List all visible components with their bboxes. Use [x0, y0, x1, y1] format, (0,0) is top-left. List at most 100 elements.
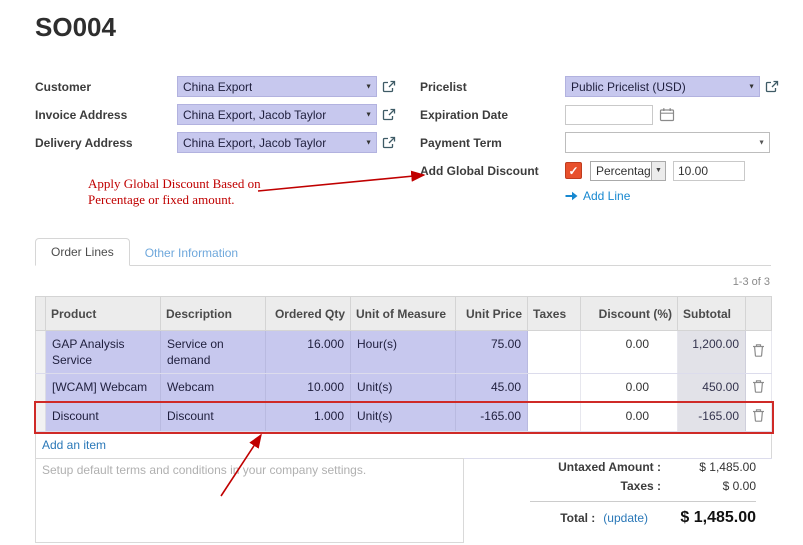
row-handle[interactable] [36, 331, 46, 374]
expiration-date-label: Expiration Date [420, 108, 565, 122]
expiration-date-row: Expiration Date [420, 104, 785, 125]
customer-label: Customer [35, 80, 177, 94]
cell-uom[interactable]: Hour(s) [351, 331, 456, 374]
cell-uom[interactable]: Unit(s) [351, 403, 456, 432]
cell-product[interactable]: Discount [46, 403, 161, 432]
cell-taxes[interactable] [528, 374, 581, 403]
cell-product[interactable]: GAP Analysis Service [46, 331, 161, 374]
customer-input[interactable]: China Export ▼ [177, 76, 377, 97]
discount-type-select[interactable]: Percentage ▼ [590, 161, 666, 181]
total-value: $ 1,485.00 [656, 509, 756, 527]
cell-discount[interactable]: 0.00 [581, 374, 678, 403]
cell-description[interactable]: Discount [161, 403, 266, 432]
column-ordered-qty[interactable]: Ordered Qty [266, 297, 351, 331]
delivery-address-row: Delivery Address China Export, Jacob Tay… [35, 132, 396, 153]
cell-uom[interactable]: Unit(s) [351, 374, 456, 403]
cell-product[interactable]: [WCAM] Webcam [46, 374, 161, 403]
cell-unit-price[interactable]: -165.00 [456, 403, 528, 432]
column-unit-of-measure[interactable]: Unit of Measure [351, 297, 456, 331]
annotation-global-discount: Apply Global Discount Based on Percentag… [88, 176, 284, 209]
taxes-row: Taxes : $ 0.00 [530, 479, 756, 493]
global-discount-row: Add Global Discount ✓ Percentage ▼ [420, 160, 785, 181]
trash-icon [752, 379, 765, 393]
delete-row-button[interactable] [746, 331, 772, 374]
cell-taxes[interactable] [528, 403, 581, 432]
checkmark-icon: ✓ [568, 164, 578, 178]
cell-unit-price[interactable]: 75.00 [456, 331, 528, 374]
discount-amount-input[interactable] [673, 161, 745, 181]
add-line-label: Add Line [583, 189, 630, 203]
add-line-button[interactable]: Add Line [565, 189, 785, 203]
arrow-right-icon [565, 191, 578, 201]
tab-other-information[interactable]: Other Information [130, 240, 253, 266]
chevron-down-icon: ▼ [758, 139, 765, 146]
chevron-down-icon: ▼ [748, 83, 755, 90]
cell-taxes[interactable] [528, 331, 581, 374]
delivery-address-input[interactable]: China Export, Jacob Taylor ▼ [177, 132, 377, 153]
table-row[interactable]: [WCAM] Webcam Webcam 10.000 Unit(s) 45.0… [36, 374, 772, 403]
external-link-icon[interactable] [765, 80, 779, 94]
pager[interactable]: 1-3 of 3 [733, 276, 770, 288]
cell-qty[interactable]: 1.000 [266, 403, 351, 432]
table-row-discount[interactable]: Discount Discount 1.000 Unit(s) -165.00 … [36, 403, 772, 432]
delete-row-button[interactable] [746, 403, 772, 432]
invoice-address-input[interactable]: China Export, Jacob Taylor ▼ [177, 104, 377, 125]
column-product[interactable]: Product [46, 297, 161, 331]
external-link-icon[interactable] [382, 80, 396, 94]
form-left-column: Customer China Export ▼ Invoice Address … [35, 76, 396, 160]
expiration-date-input[interactable] [565, 105, 653, 125]
discount-type-value: Percentage [596, 164, 657, 178]
chevron-down-icon: ▼ [651, 162, 665, 180]
cell-subtotal: 450.00 [678, 374, 746, 403]
cell-discount[interactable]: 0.00 [581, 403, 678, 432]
global-discount-label: Add Global Discount [420, 164, 565, 178]
totals-divider [530, 501, 756, 502]
cell-discount[interactable]: 0.00 [581, 331, 678, 374]
column-discount[interactable]: Discount (%) [581, 297, 678, 331]
terms-conditions-textarea[interactable] [35, 458, 464, 543]
payment-term-row: Payment Term ▼ [420, 132, 785, 153]
order-lines-table: Product Description Ordered Qty Unit of … [35, 296, 772, 459]
tab-order-lines[interactable]: Order Lines [35, 238, 130, 266]
pricelist-row: Pricelist Public Pricelist (USD) ▼ [420, 76, 785, 97]
row-handle[interactable] [36, 374, 46, 403]
row-handle[interactable] [36, 403, 46, 432]
cell-qty[interactable]: 10.000 [266, 374, 351, 403]
table-header-row: Product Description Ordered Qty Unit of … [36, 297, 772, 331]
trash-icon [752, 343, 765, 357]
untaxed-amount-value: $ 1,485.00 [661, 460, 756, 474]
customer-row: Customer China Export ▼ [35, 76, 396, 97]
calendar-icon[interactable] [659, 107, 675, 122]
cell-description[interactable]: Service on demand [161, 331, 266, 374]
invoice-address-row: Invoice Address China Export, Jacob Tayl… [35, 104, 396, 125]
column-taxes[interactable]: Taxes [528, 297, 581, 331]
delivery-address-label: Delivery Address [35, 136, 177, 150]
column-unit-price[interactable]: Unit Price [456, 297, 528, 331]
invoice-address-value: China Export, Jacob Taylor [183, 108, 326, 122]
untaxed-amount-row: Untaxed Amount : $ 1,485.00 [530, 460, 756, 474]
cell-description[interactable]: Webcam [161, 374, 266, 403]
chevron-down-icon: ▼ [365, 139, 372, 146]
chevron-down-icon: ▼ [365, 83, 372, 90]
external-link-icon[interactable] [382, 108, 396, 122]
add-an-item-link[interactable]: Add an item [42, 438, 106, 452]
page-title: SO004 [35, 12, 116, 43]
update-total-link[interactable]: (update) [603, 511, 648, 525]
external-link-icon[interactable] [382, 136, 396, 150]
payment-term-label: Payment Term [420, 136, 565, 150]
cell-qty[interactable]: 16.000 [266, 331, 351, 374]
cell-unit-price[interactable]: 45.00 [456, 374, 528, 403]
column-subtotal[interactable]: Subtotal [678, 297, 746, 331]
delete-column-header [746, 297, 772, 331]
invoice-address-label: Invoice Address [35, 108, 177, 122]
pricelist-value: Public Pricelist (USD) [571, 80, 686, 94]
form-right-column: Pricelist Public Pricelist (USD) ▼ Expir… [420, 76, 785, 203]
pricelist-input[interactable]: Public Pricelist (USD) ▼ [565, 76, 760, 97]
payment-term-select[interactable]: ▼ [565, 132, 770, 153]
table-row[interactable]: GAP Analysis Service Service on demand 1… [36, 331, 772, 374]
global-discount-checkbox[interactable]: ✓ [565, 162, 582, 179]
add-item-row: Add an item [36, 432, 772, 459]
chevron-down-icon: ▼ [365, 111, 372, 118]
delete-row-button[interactable] [746, 374, 772, 403]
column-description[interactable]: Description [161, 297, 266, 331]
